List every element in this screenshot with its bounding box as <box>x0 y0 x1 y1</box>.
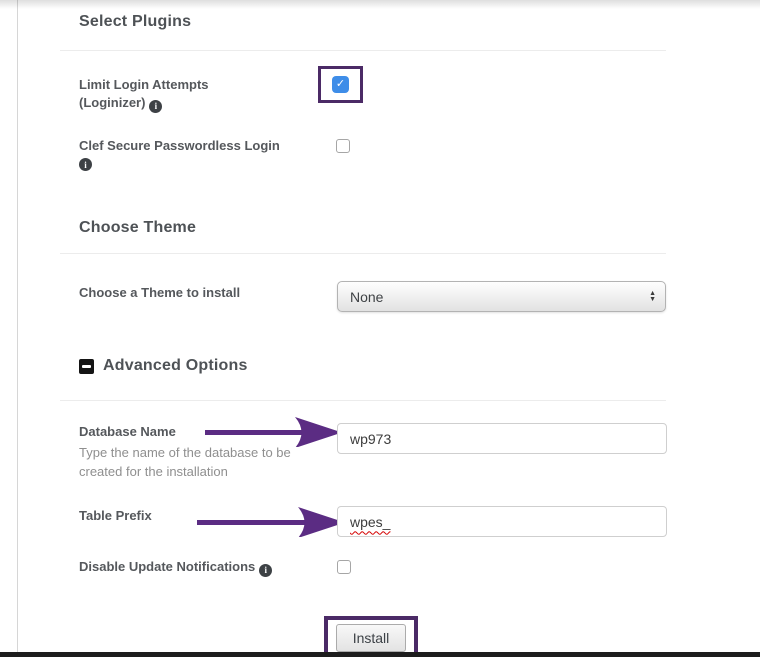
section-heading-select-plugins: Select Plugins <box>79 13 191 31</box>
divider <box>60 50 666 51</box>
theme-select[interactable]: None ▲ ▼ <box>337 281 666 312</box>
info-icon[interactable]: i <box>259 564 272 577</box>
database-name-input[interactable] <box>337 423 667 454</box>
theme-row-label: Choose a Theme to install <box>79 284 240 302</box>
table-prefix-input[interactable]: wpes_ <box>337 506 667 537</box>
info-icon[interactable]: i <box>149 100 162 113</box>
top-shadow <box>0 0 760 9</box>
info-icon[interactable]: i <box>79 158 92 171</box>
disable-update-checkbox[interactable] <box>337 560 351 574</box>
table-prefix-label: Table Prefix <box>79 507 152 525</box>
section-heading-choose-theme: Choose Theme <box>79 219 196 237</box>
database-name-label: Database Name <box>79 423 176 441</box>
divider <box>60 400 666 401</box>
select-stepper-icon: ▲ ▼ <box>649 291 656 303</box>
install-button[interactable]: Install <box>336 624 406 652</box>
bottom-edge-bar <box>0 652 760 657</box>
installer-form: Select Plugins Limit Login Attempts (Log… <box>0 0 760 657</box>
annotation-arrow-icon <box>197 507 345 537</box>
loginizer-checkbox[interactable]: ✓ <box>332 76 349 93</box>
left-divider <box>17 0 18 657</box>
database-name-description: Type the name of the database to be crea… <box>79 443 301 481</box>
divider <box>60 253 666 254</box>
plugin-label-loginizer: Limit Login Attempts (Loginizer)i <box>79 76 269 113</box>
theme-select-value: None <box>338 289 649 305</box>
section-heading-advanced-options: Advanced Options <box>103 357 248 375</box>
collapse-minus-icon[interactable] <box>79 359 94 374</box>
plugin-label-clef: Clef Secure Passwordless Login i <box>79 137 329 171</box>
annotation-arrow-icon <box>205 417 342 447</box>
disable-update-label: Disable Update Notificationsi <box>79 558 369 577</box>
clef-checkbox[interactable] <box>336 139 350 153</box>
table-prefix-value: wpes_ <box>350 514 390 530</box>
